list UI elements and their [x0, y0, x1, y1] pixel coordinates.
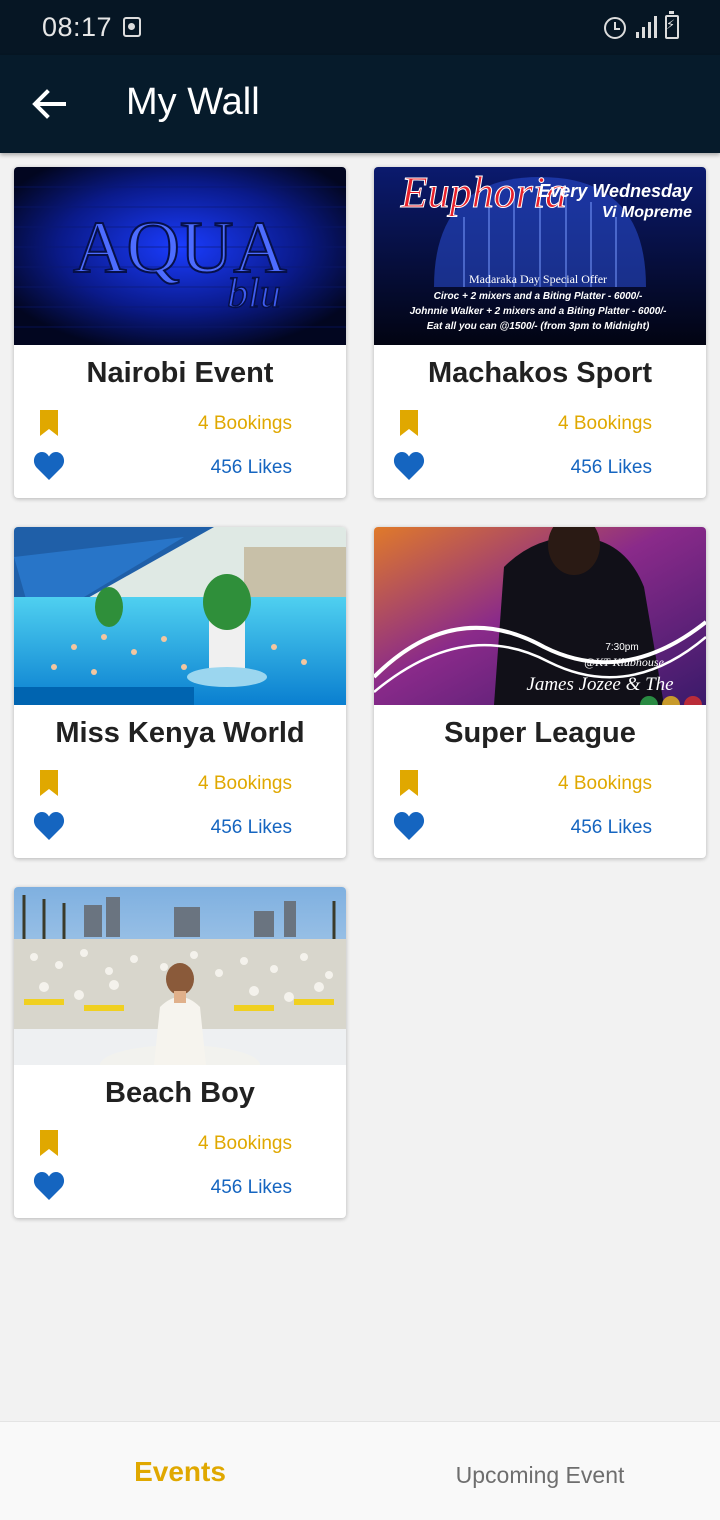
event-image — [14, 527, 346, 705]
battery-charging-icon — [665, 11, 679, 39]
likes-count: 456 Likes — [570, 457, 652, 478]
flyer-deal: Ciroc + 2 mixers and a Biting Platter - … — [434, 291, 643, 302]
event-title: Machakos Sport — [428, 357, 652, 389]
bookmark-icon[interactable] — [398, 769, 420, 797]
back-button[interactable] — [26, 81, 72, 127]
alarm-icon — [604, 17, 626, 39]
flyer-offer: Madaraka Day Special Offer — [469, 272, 607, 286]
app-bar: My Wall — [0, 55, 720, 153]
event-card-machakos-sport[interactable]: Euphoria Every Wednesday Vi Mopreme Mada… — [374, 167, 706, 498]
flyer-line: Vi Mopreme — [602, 204, 692, 221]
arrow-left-icon — [32, 89, 66, 119]
tab-events[interactable]: Events — [0, 1422, 360, 1520]
heart-icon[interactable] — [393, 811, 425, 841]
bookings-count: 4 Bookings — [197, 1133, 292, 1154]
likes-count: 456 Likes — [210, 1177, 292, 1198]
bookmark-icon[interactable] — [398, 409, 420, 437]
signal-icon — [636, 16, 658, 38]
heart-icon[interactable] — [393, 451, 425, 481]
flyer-artist: James Jozee & The — [526, 674, 673, 695]
bookmark-icon[interactable] — [38, 1129, 60, 1157]
event-image: 7:30pm @KT Klubhouse James Jozee & The — [374, 527, 706, 705]
bookmark-icon[interactable] — [38, 769, 60, 797]
bottom-navigation: Events Upcoming Event — [0, 1421, 720, 1520]
bookmark-icon[interactable] — [38, 409, 60, 437]
event-card-miss-kenya-world[interactable]: Miss Kenya World 4 Bookings 456 Likes — [14, 527, 346, 858]
event-title: Nairobi Event — [86, 357, 274, 389]
blu-logo-text: blu — [227, 271, 281, 317]
heart-icon[interactable] — [33, 1171, 65, 1201]
event-card-nairobi-event[interactable]: AQUA blu Nairobi Event 4 Bookings 456 Li… — [14, 167, 346, 498]
event-card-super-league[interactable]: 7:30pm @KT Klubhouse James Jozee & The S… — [374, 527, 706, 858]
bookings-count: 4 Bookings — [197, 413, 292, 434]
page-title: My Wall — [126, 81, 260, 123]
flyer-deal: Johnnie Walker + 2 mixers and a Biting P… — [410, 306, 668, 317]
bookings-count: 4 Bookings — [557, 773, 652, 794]
tab-upcoming-event-label: Upcoming Event — [455, 1462, 625, 1488]
tab-upcoming-event[interactable]: Upcoming Event — [360, 1422, 720, 1520]
likes-count: 456 Likes — [210, 457, 292, 478]
heart-icon[interactable] — [33, 811, 65, 841]
event-image: AQUA blu — [14, 167, 346, 345]
event-title: Miss Kenya World — [55, 717, 305, 749]
flyer-venue: @KT Klubhouse — [584, 655, 665, 669]
tab-events-label: Events — [134, 1456, 226, 1487]
bookings-count: 4 Bookings — [557, 413, 652, 434]
event-image — [14, 887, 346, 1065]
flyer-line: Every Wednesday — [538, 181, 693, 201]
bookings-count: 4 Bookings — [197, 773, 292, 794]
event-title: Beach Boy — [105, 1077, 255, 1109]
heart-icon[interactable] — [33, 451, 65, 481]
flyer-time: 7:30pm — [605, 642, 638, 653]
screenshot-icon — [123, 17, 141, 37]
event-title: Super League — [444, 717, 636, 749]
status-bar: 08:17 — [0, 0, 720, 55]
status-time: 08:17 — [42, 12, 113, 42]
flyer-deal: Eat all you can @1500/- (from 3pm to Mid… — [427, 321, 650, 332]
event-image: Euphoria Every Wednesday Vi Mopreme Mada… — [374, 167, 706, 345]
likes-count: 456 Likes — [210, 817, 292, 838]
likes-count: 456 Likes — [570, 817, 652, 838]
event-card-beach-boy[interactable]: Beach Boy 4 Bookings 456 Likes — [14, 887, 346, 1218]
